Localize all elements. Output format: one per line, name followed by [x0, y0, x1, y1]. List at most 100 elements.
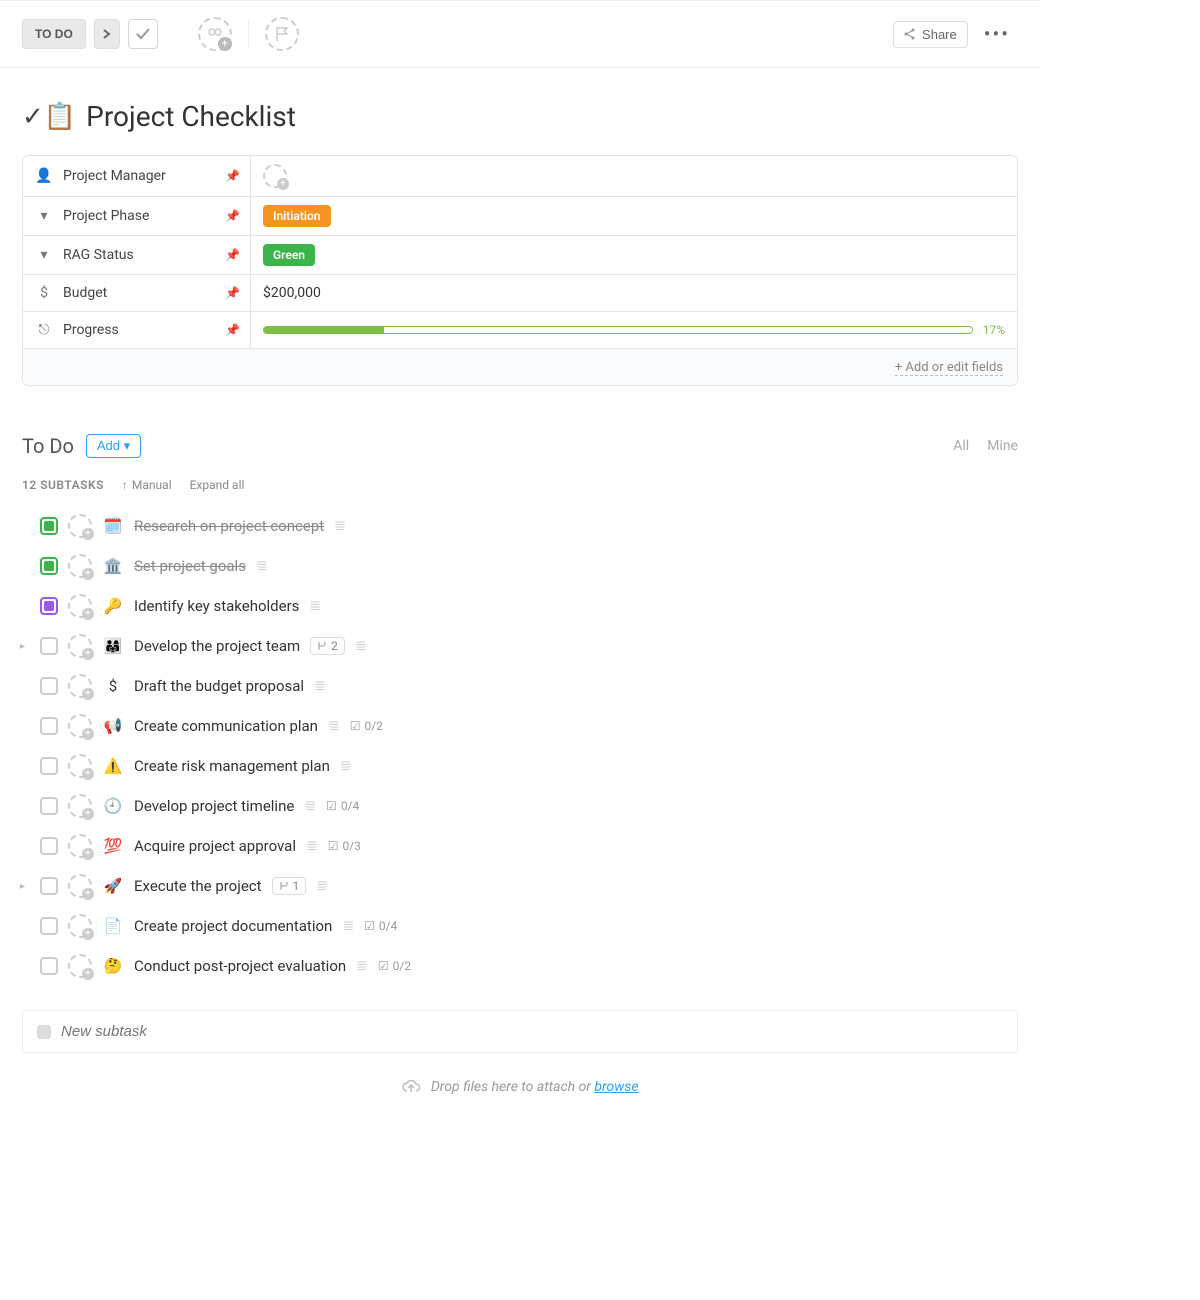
task-assignee-button[interactable]	[68, 634, 92, 658]
task-status-checkbox[interactable]	[40, 677, 58, 695]
description-icon[interactable]: ≣	[334, 518, 346, 534]
task-assignee-button[interactable]	[68, 594, 92, 618]
subtask-count-pill[interactable]: 2	[310, 637, 345, 655]
description-icon[interactable]: ≣	[340, 758, 352, 774]
page-title[interactable]: Project Checklist	[86, 100, 296, 133]
task-assignee-button[interactable]	[68, 674, 92, 698]
task-row[interactable]: ▸🚀Execute the project1≣	[22, 866, 1018, 906]
add-subtask-button[interactable]: Add ▾	[86, 434, 141, 458]
task-assignee-button[interactable]	[68, 754, 92, 778]
task-row[interactable]: 💯Acquire project approval≣☑0/3	[22, 826, 1018, 866]
browse-link[interactable]: browse	[594, 1079, 638, 1095]
field-value-budget[interactable]: $200,000	[251, 275, 1017, 311]
description-icon[interactable]: ≣	[304, 798, 316, 814]
task-row[interactable]: 🏛️Set project goals≣	[22, 546, 1018, 586]
field-project-phase: ▾ Project Phase 📌 Initiation	[23, 197, 1017, 236]
task-status-checkbox[interactable]	[40, 797, 58, 815]
task-row[interactable]: 📄Create project documentation≣☑0/4	[22, 906, 1018, 946]
subtask-count-pill[interactable]: 1	[272, 877, 307, 895]
task-status-checkbox[interactable]	[40, 957, 58, 975]
task-status-checkbox[interactable]	[40, 557, 58, 575]
description-icon[interactable]: ≣	[342, 918, 354, 934]
description-icon[interactable]: ≣	[309, 598, 321, 614]
task-status-checkbox[interactable]	[40, 877, 58, 895]
task-assignee-button[interactable]	[68, 834, 92, 858]
new-subtask-row[interactable]	[22, 1010, 1018, 1053]
pin-icon[interactable]: 📌	[225, 323, 240, 337]
task-title[interactable]: Draft the budget proposal	[134, 677, 304, 695]
task-row[interactable]: 🤔Conduct post-project evaluation≣☑0/2	[22, 946, 1018, 986]
task-assignee-button[interactable]	[68, 554, 92, 578]
task-row[interactable]: 🕘Develop project timeline≣☑0/4	[22, 786, 1018, 826]
task-status-checkbox[interactable]	[40, 757, 58, 775]
attachment-drop-area[interactable]: Drop files here to attach or browse	[0, 1053, 1040, 1101]
assign-person-icon[interactable]	[263, 164, 287, 188]
task-row[interactable]: ⚠️Create risk management plan≣	[22, 746, 1018, 786]
pin-icon[interactable]: 📌	[225, 209, 240, 223]
assignee-add-button[interactable]: +	[198, 17, 232, 51]
description-icon[interactable]: ≣	[356, 958, 368, 974]
task-title[interactable]: Create communication plan	[134, 717, 318, 735]
share-button[interactable]: Share	[893, 21, 968, 48]
task-row[interactable]: 📢Create communication plan≣☑0/2	[22, 706, 1018, 746]
task-title[interactable]: Execute the project	[134, 877, 262, 895]
field-value-progress[interactable]: 17%	[251, 312, 1017, 348]
add-edit-fields-link[interactable]: + Add or edit fields	[895, 360, 1003, 376]
task-title[interactable]: Conduct post-project evaluation	[134, 957, 346, 975]
task-status-checkbox[interactable]	[40, 637, 58, 655]
task-status-checkbox[interactable]	[40, 717, 58, 735]
mark-complete-button[interactable]	[128, 19, 158, 49]
task-assignee-button[interactable]	[68, 794, 92, 818]
filter-mine[interactable]: Mine	[987, 438, 1018, 454]
task-row[interactable]: 🔑Identify key stakeholders≣	[22, 586, 1018, 626]
status-button[interactable]: TO DO	[22, 19, 86, 49]
task-title[interactable]: Develop the project team	[134, 637, 300, 655]
field-value-project-manager[interactable]	[251, 156, 1017, 196]
task-assignee-button[interactable]	[68, 714, 92, 738]
description-icon[interactable]: ≣	[355, 638, 367, 654]
task-assignee-button[interactable]	[68, 514, 92, 538]
task-status-checkbox[interactable]	[40, 837, 58, 855]
pin-icon[interactable]: 📌	[225, 248, 240, 262]
task-assignee-button[interactable]	[68, 874, 92, 898]
description-icon[interactable]: ≣	[316, 878, 328, 894]
pin-icon[interactable]: 📌	[225, 169, 240, 183]
checklist-count[interactable]: ☑0/4	[364, 919, 397, 933]
checklist-count[interactable]: ☑0/2	[378, 959, 411, 973]
task-row[interactable]: $Draft the budget proposal≣	[22, 666, 1018, 706]
task-status-checkbox[interactable]	[40, 597, 58, 615]
description-icon[interactable]: ≣	[328, 718, 340, 734]
description-icon[interactable]: ≣	[256, 558, 268, 574]
task-title[interactable]: Acquire project approval	[134, 837, 296, 855]
new-subtask-input[interactable]	[61, 1023, 1003, 1040]
field-value-rag-status[interactable]: Green	[251, 236, 1017, 274]
task-row[interactable]: 🗓️Research on project concept≣	[22, 506, 1018, 546]
task-assignee-button[interactable]	[68, 954, 92, 978]
task-row[interactable]: ▸👨‍👩‍👧Develop the project team2≣	[22, 626, 1018, 666]
task-title[interactable]: Create project documentation	[134, 917, 332, 935]
task-title[interactable]: Identify key stakeholders	[134, 597, 299, 615]
priority-flag-button[interactable]	[265, 17, 299, 51]
checklist-count[interactable]: ☑0/3	[328, 839, 361, 853]
branch-icon	[279, 881, 289, 891]
task-title[interactable]: Research on project concept	[134, 517, 324, 535]
pin-icon[interactable]: 📌	[225, 286, 240, 300]
task-status-checkbox[interactable]	[40, 517, 58, 535]
field-value-project-phase[interactable]: Initiation	[251, 197, 1017, 235]
status-dropdown[interactable]	[94, 19, 120, 49]
sort-button[interactable]: ↑ Manual	[122, 478, 172, 492]
task-status-checkbox[interactable]	[40, 917, 58, 935]
task-title[interactable]: Set project goals	[134, 557, 246, 575]
expand-caret-icon[interactable]: ▸	[20, 641, 30, 652]
task-assignee-button[interactable]	[68, 914, 92, 938]
description-icon[interactable]: ≣	[314, 678, 326, 694]
checklist-count[interactable]: ☑0/4	[326, 799, 359, 813]
task-title[interactable]: Develop project timeline	[134, 797, 294, 815]
expand-all-button[interactable]: Expand all	[190, 478, 245, 492]
filter-all[interactable]: All	[953, 438, 969, 454]
more-menu-button[interactable]: •••	[976, 22, 1018, 46]
task-title[interactable]: Create risk management plan	[134, 757, 330, 775]
description-icon[interactable]: ≣	[306, 838, 318, 854]
expand-caret-icon[interactable]: ▸	[20, 881, 30, 892]
checklist-count[interactable]: ☑0/2	[350, 719, 383, 733]
